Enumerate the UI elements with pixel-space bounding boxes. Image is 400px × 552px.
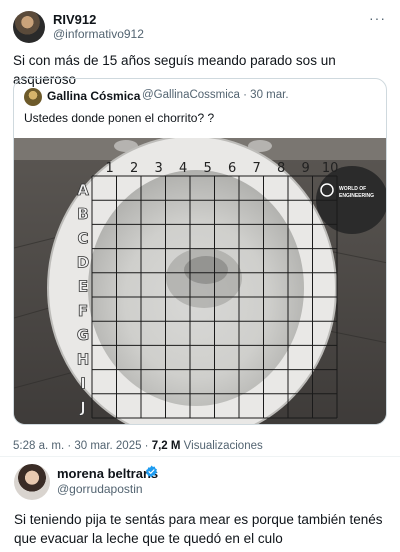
grid-column-label: 6 <box>228 161 236 176</box>
toilet-grid-illustration: WORLD OF ENGINEERING 1 2 3 4 5 6 7 8 9 10 ABCDEFG… <box>14 138 386 424</box>
more-options-icon[interactable]: ··· <box>369 10 386 26</box>
grid-column-label: 7 <box>252 161 260 176</box>
grid-row-label: J <box>79 399 86 417</box>
quoted-author-avatar <box>24 88 42 106</box>
quoted-author-name: Gallina Cósmica <box>47 89 141 103</box>
quoted-tweet-text: Ustedes donde ponen el chorrito? ? <box>24 111 215 125</box>
views-count: 7,2 M <box>151 440 181 452</box>
author-handle[interactable]: @informativo912 <box>53 27 144 41</box>
grid-column-label: 4 <box>179 161 187 176</box>
grid-column-label: 2 <box>130 161 138 176</box>
quoted-author-handle: @GallinaCossmica · 30 mar. <box>142 89 289 101</box>
grid-row-label: D <box>77 253 89 271</box>
grid-column-label: 10 <box>322 161 339 176</box>
grid-row-label: G <box>77 326 89 344</box>
grid-column-label: 9 <box>301 161 309 176</box>
grid-column-label: 5 <box>203 161 211 176</box>
reply-author-name[interactable]: morena beltrans <box>57 466 158 481</box>
reply-author-handle[interactable]: @gorrudapostin <box>57 482 143 496</box>
author-avatar[interactable] <box>13 11 45 43</box>
grid-row-label: I <box>80 374 86 392</box>
author-name[interactable]: RIV912 <box>53 12 96 27</box>
reply-text: Si teniendo pija te sentás para mear es … <box>14 512 383 546</box>
grid-row-label: H <box>77 350 90 368</box>
quoted-tweet-image[interactable]: WORLD OF ENGINEERING 1 2 3 4 5 6 7 8 9 10 ABCDEFG… <box>14 138 386 424</box>
grid-column-label: 8 <box>277 161 285 176</box>
grid-column-label: 1 <box>105 161 113 176</box>
sticker-text: WORLD OF <box>339 186 366 192</box>
quoted-tweet-card[interactable]: Gallina Cósmica @GallinaCossmica · 30 ma… <box>13 78 387 425</box>
grid-row-label: F <box>78 302 88 320</box>
reply-author-avatar[interactable] <box>14 464 50 500</box>
divider <box>0 456 400 457</box>
grid-column-label: 3 <box>154 161 162 176</box>
grid-row-label: E <box>78 278 88 296</box>
verified-badge-icon <box>146 465 157 478</box>
svg-text:ENGINEERING: ENGINEERING <box>339 193 374 199</box>
tweet-meta: 5:28 a. m. · 30 mar. 2025 · 7,2 M Visual… <box>13 440 263 452</box>
views-label: Visualizaciones <box>180 440 263 452</box>
grid-row-label: C <box>77 229 88 247</box>
tweet-timestamp[interactable]: 5:28 a. m. · 30 mar. 2025 · <box>13 440 152 452</box>
grid-row-label: B <box>77 205 88 223</box>
grid-row-label: A <box>77 181 89 199</box>
